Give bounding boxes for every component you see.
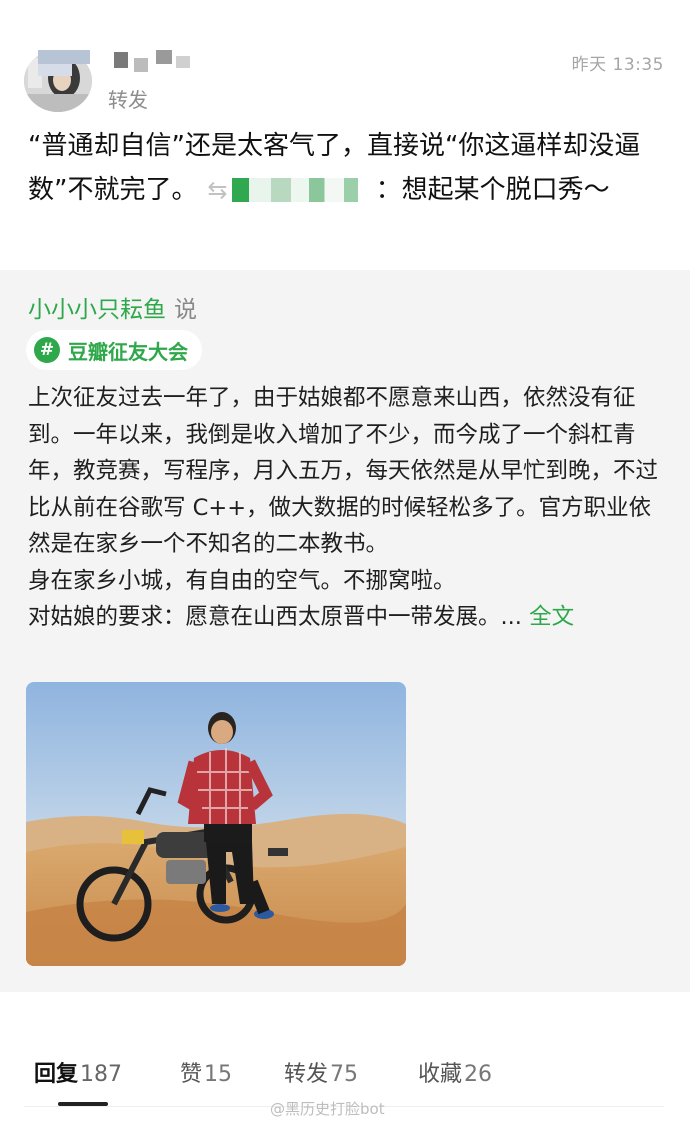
quoted-author-name[interactable]: 小小小只耘鱼 xyxy=(28,297,166,323)
topic-tag[interactable]: # 豆瓣征友大会 xyxy=(26,330,202,370)
quoted-author-said: 说 xyxy=(174,297,197,323)
tab-reposts[interactable]: 转发75 xyxy=(284,1056,358,1088)
repost-text: “普通却自信”还是太客气了，直接说“你这逼样却没逼数”不就完了。 ⇆ ：想起某个脱口… xyxy=(28,124,668,212)
hashtag-icon: # xyxy=(34,337,60,363)
quoted-body-line: 上次征友过去一年了，由于姑娘都不愿意来山西，依然没有征到。一年以来，我倒是收入增… xyxy=(28,385,659,557)
tab-label: 转发 xyxy=(284,1062,329,1087)
tab-replies[interactable]: 回复187 xyxy=(34,1056,122,1088)
quoted-body-line: 对姑娘的要求：愿意在山西太原晋中一带发展。... xyxy=(28,604,530,630)
tab-count: 26 xyxy=(464,1062,493,1087)
tab-label: 收藏 xyxy=(418,1062,463,1087)
post-photo[interactable] xyxy=(26,682,406,966)
status-page: 转发 昨天 13:35 “普通却自信”还是太客气了，直接说“你这逼样却没逼数”不… xyxy=(0,0,690,1126)
tab-count: 75 xyxy=(330,1062,359,1087)
tab-count: 15 xyxy=(204,1062,233,1087)
quoted-body-last-line: 对姑娘的要求：愿意在山西太原晋中一带发展。... 全文 xyxy=(28,599,668,636)
watermark: @黑历史打脸bot xyxy=(270,1100,385,1118)
username-mosaic xyxy=(38,44,198,80)
read-more-link[interactable]: 全文 xyxy=(529,604,574,630)
repost-quote-suffix: ：想起某个脱口秀～ xyxy=(375,175,610,205)
action-tabs: 回复187 赞15 转发75 收藏26 xyxy=(0,1048,690,1106)
quoted-author-line: 小小小只耘鱼说 xyxy=(28,290,197,324)
tab-count: 187 xyxy=(80,1062,123,1087)
repost-user-mosaic[interactable] xyxy=(231,178,372,202)
tab-collections[interactable]: 收藏26 xyxy=(418,1056,492,1088)
tab-likes[interactable]: 赞15 xyxy=(180,1056,232,1088)
quoted-body-line: 身在家乡小城，有自由的空气。不挪窝啦。 xyxy=(28,567,456,594)
post-header: 转发 昨天 13:35 xyxy=(0,0,690,120)
section-divider xyxy=(0,992,690,1032)
topic-tag-label: 豆瓣征友大会 xyxy=(68,339,188,364)
quoted-status-card[interactable]: 小小小只耘鱼说 # 豆瓣征友大会 上次征友过去一年了，由于姑娘都不愿意来山西，依… xyxy=(0,270,690,992)
repost-icon: ⇆ xyxy=(207,176,228,204)
tab-label: 回复 xyxy=(34,1062,79,1087)
quoted-body: 上次征友过去一年了，由于姑娘都不愿意来山西，依然没有征到。一年以来，我倒是收入增… xyxy=(28,380,668,636)
tab-label: 赞 xyxy=(180,1062,203,1087)
repost-action-label: 转发 xyxy=(108,88,148,112)
timestamp: 昨天 13:35 xyxy=(571,55,664,75)
